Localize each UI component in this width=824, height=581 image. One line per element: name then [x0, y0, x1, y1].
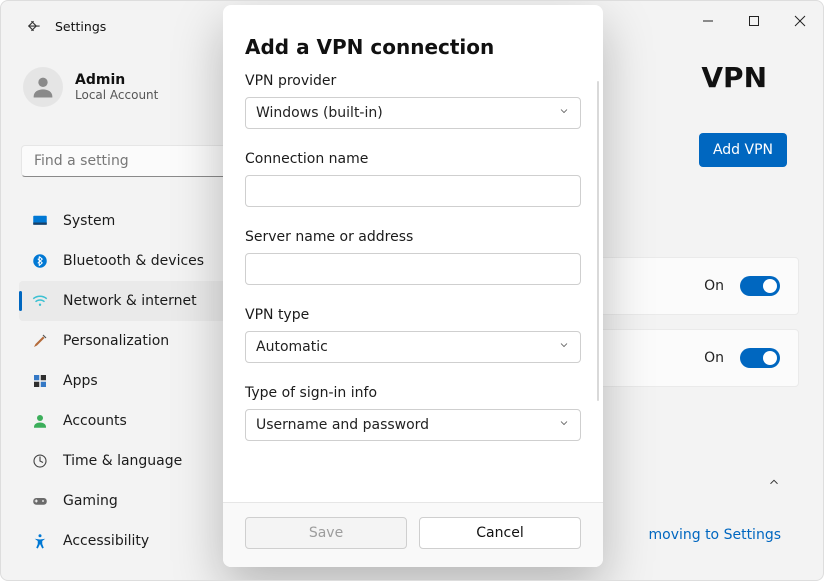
scroll-indicator[interactable] [597, 81, 599, 401]
field-vpn-type: VPN type Automatic [245, 307, 581, 363]
add-vpn-dialog: Add a VPN connection VPN provider Window… [223, 5, 603, 567]
select-value: Username and password [256, 417, 429, 433]
field-label: VPN provider [245, 73, 581, 89]
field-label: Server name or address [245, 229, 581, 245]
dialog-footer: Save Cancel [223, 502, 603, 567]
field-label: VPN type [245, 307, 581, 323]
select-value: Automatic [256, 339, 328, 355]
save-button[interactable]: Save [245, 517, 407, 549]
vpn-type-select[interactable]: Automatic [245, 331, 581, 363]
field-vpn-provider: VPN provider Windows (built-in) [245, 73, 581, 129]
dialog-body: Add a VPN connection VPN provider Window… [223, 5, 603, 502]
settings-window: Settings Admin Local Account System Blue… [0, 0, 824, 581]
vpn-provider-select[interactable]: Windows (built-in) [245, 97, 581, 129]
chevron-down-icon [558, 417, 570, 433]
signin-type-select[interactable]: Username and password [245, 409, 581, 441]
dialog-title: Add a VPN connection [245, 35, 581, 59]
select-value: Windows (built-in) [256, 105, 383, 121]
chevron-down-icon [558, 105, 570, 121]
field-signin: Type of sign-in info Username and passwo… [245, 385, 581, 441]
field-label: Connection name [245, 151, 581, 167]
field-connection-name: Connection name [245, 151, 581, 207]
chevron-down-icon [558, 339, 570, 355]
cancel-button[interactable]: Cancel [419, 517, 581, 549]
field-server: Server name or address [245, 229, 581, 285]
server-input[interactable] [245, 253, 581, 285]
connection-name-input[interactable] [245, 175, 581, 207]
field-label: Type of sign-in info [245, 385, 581, 401]
